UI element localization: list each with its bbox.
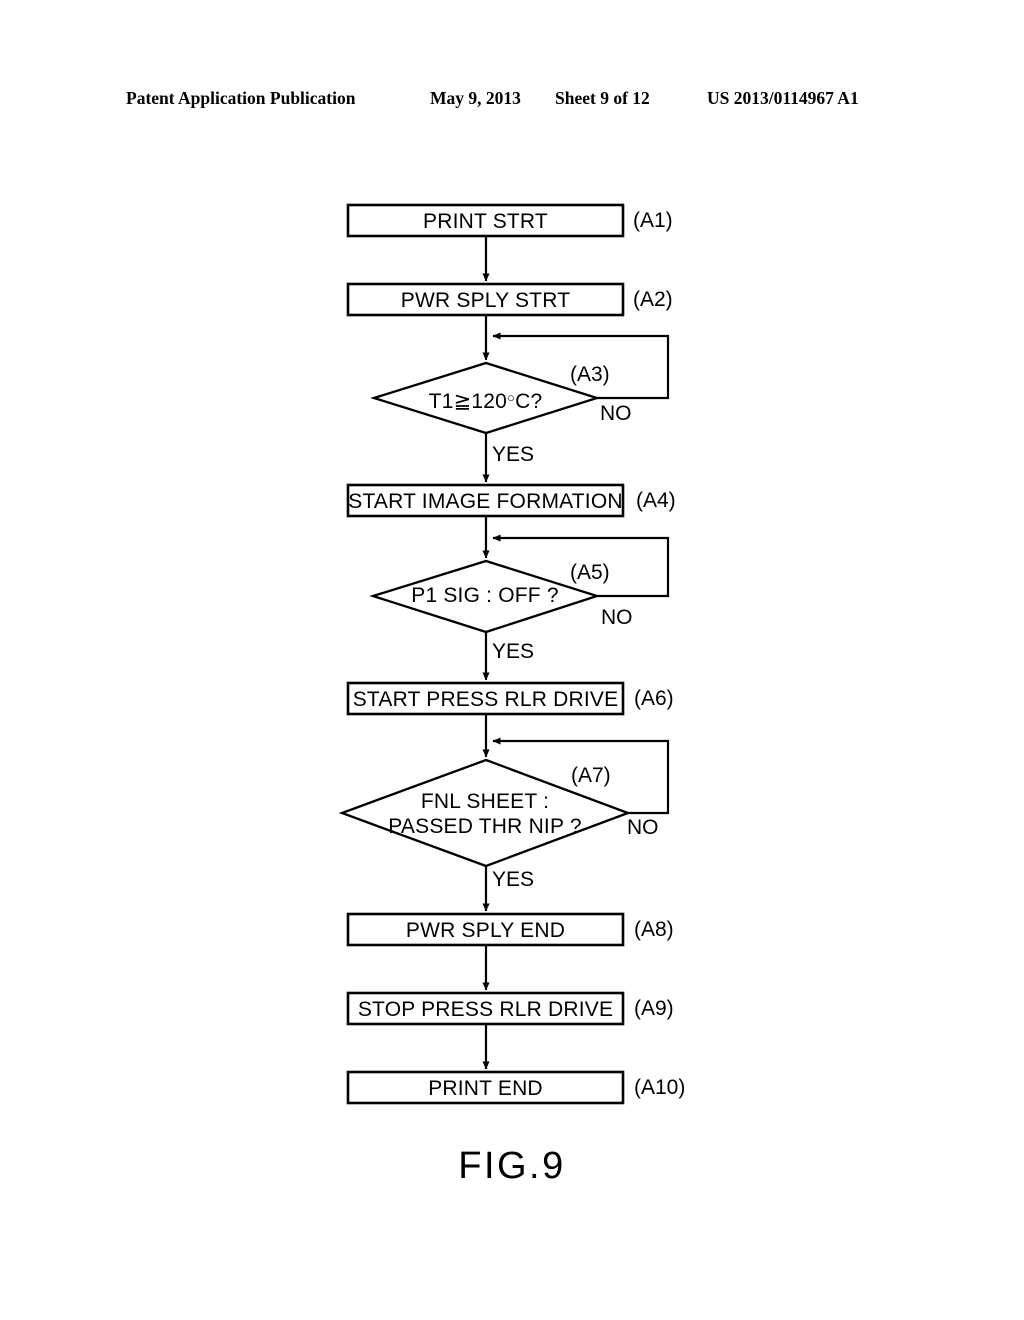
branch-label-a7-no: NO [627, 816, 659, 839]
branch-label-a5-no: NO [601, 606, 633, 629]
degree-symbol-icon: ○ [507, 390, 516, 405]
ref-label-a4: (A4) [636, 489, 676, 512]
node-label-a7-line1: FNL SHEET : [420, 790, 550, 813]
node-label-a10: PRINT END [428, 1077, 543, 1100]
node-label-a7-line2: PASSED THR NIP ? [388, 815, 582, 838]
node-label-a5: P1 SIG : OFF ? [411, 584, 559, 607]
branch-label-a5-yes: YES [492, 640, 535, 663]
ref-label-a7: (A7) [571, 764, 611, 787]
branch-label-a7-yes: YES [492, 868, 535, 891]
ref-label-a2: (A2) [633, 288, 673, 311]
node-label-a1: PRINT STRT [423, 210, 548, 233]
ref-label-a6: (A6) [634, 687, 674, 710]
node-label-a3-prefix: T1≧120 [428, 390, 508, 413]
branch-label-a3-no: NO [600, 402, 632, 425]
node-label-a7: FNL SHEET : PASSED THR NIP ? [342, 789, 628, 839]
node-label-a3-suffix: C? [515, 390, 543, 413]
ref-label-a9: (A9) [634, 997, 674, 1020]
ref-label-a3: (A3) [570, 363, 610, 386]
node-label-a6: START PRESS RLR DRIVE [352, 688, 619, 711]
node-label-a2: PWR SPLY STRT [400, 289, 571, 312]
node-label-a9: STOP PRESS RLR DRIVE [357, 998, 614, 1021]
flowchart-diagram: PRINT STRT PWR SPLY STRT T1≧120○C? START… [0, 0, 1024, 1320]
ref-label-a10: (A10) [634, 1076, 686, 1099]
ref-label-a5: (A5) [570, 561, 610, 584]
ref-label-a1: (A1) [633, 209, 673, 232]
node-label-a8: PWR SPLY END [405, 919, 566, 942]
branch-label-a3-yes: YES [492, 443, 535, 466]
figure-caption: FIG.9 [458, 1145, 566, 1187]
node-label-a4: START IMAGE FORMATION [348, 490, 623, 513]
ref-label-a8: (A8) [634, 918, 674, 941]
node-label-a3: T1≧120○C? [374, 386, 597, 414]
